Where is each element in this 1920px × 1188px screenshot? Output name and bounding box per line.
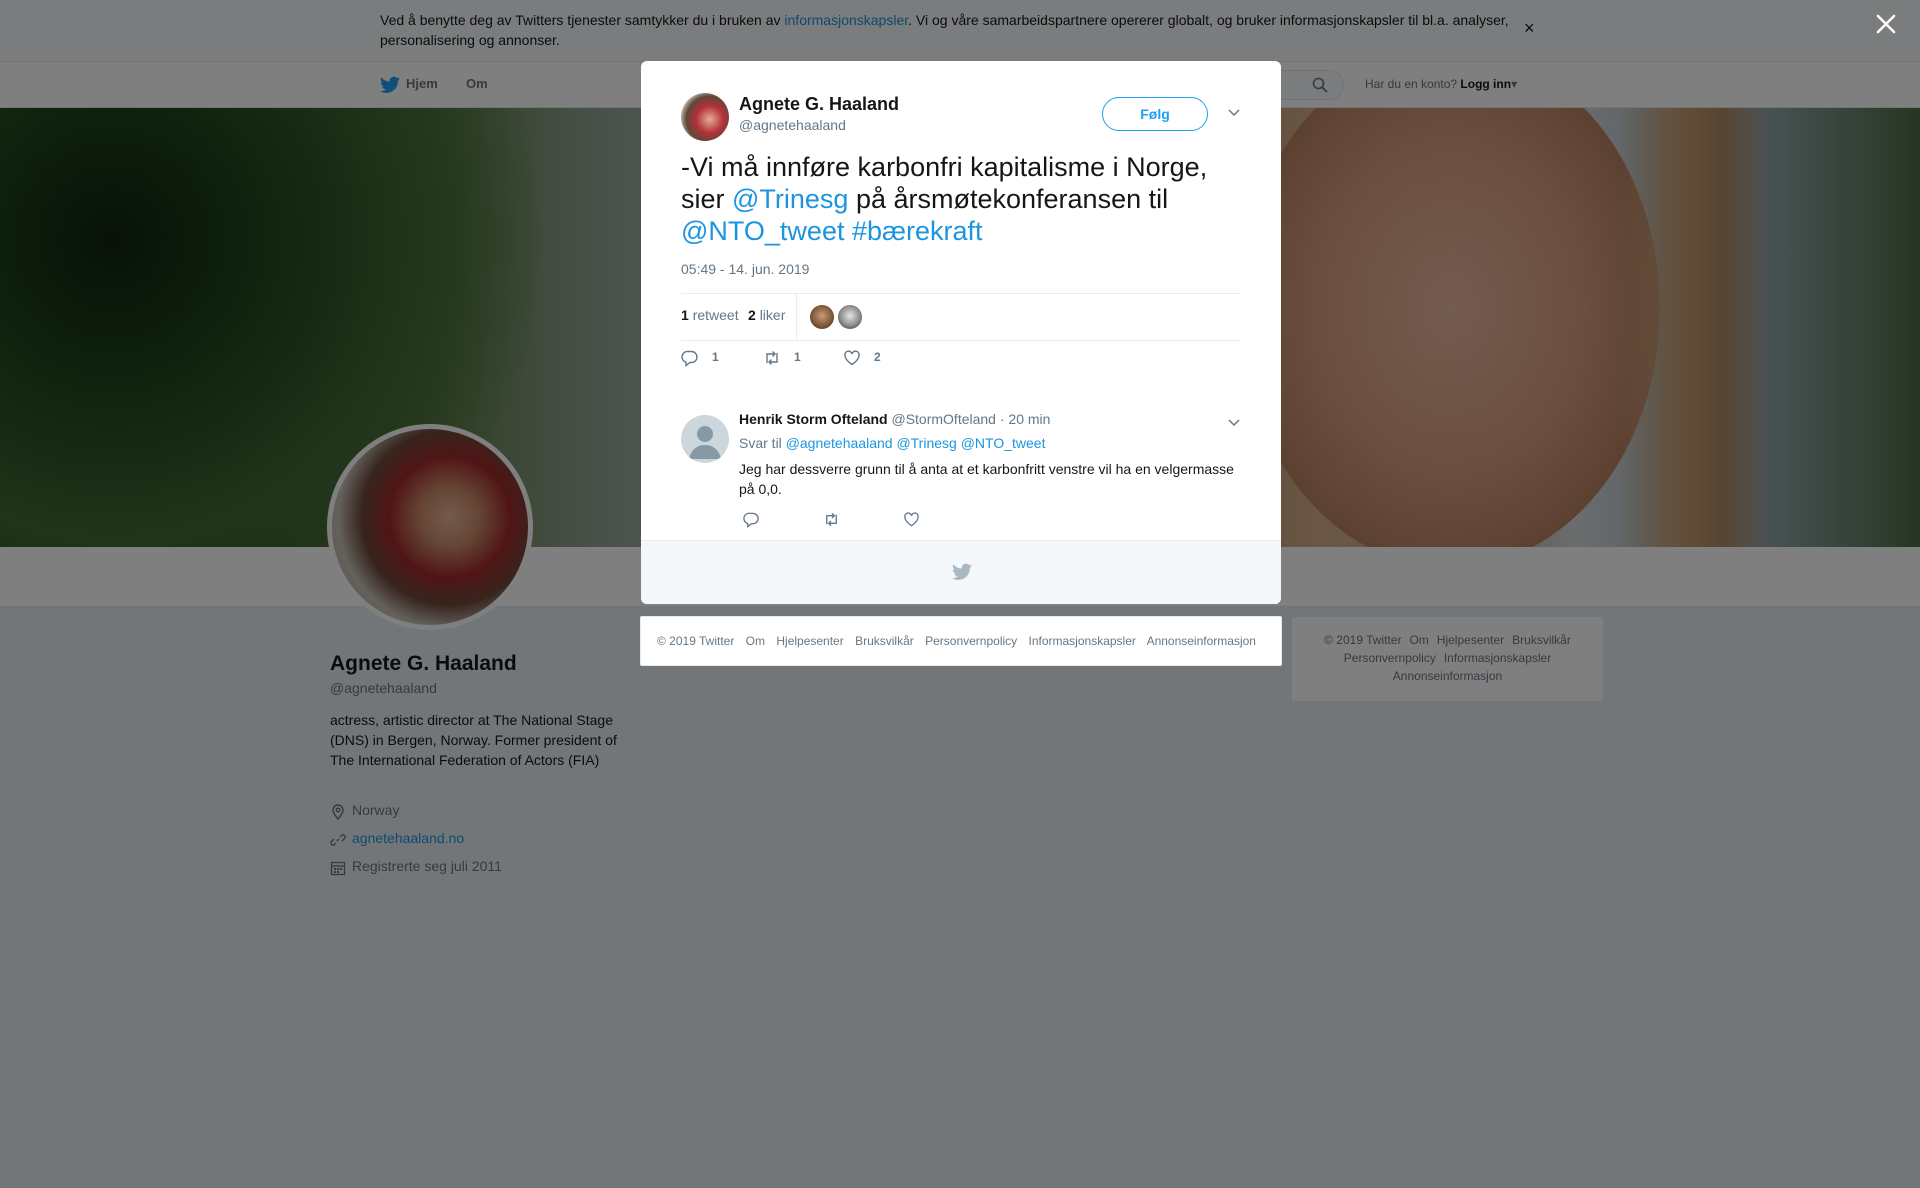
reply-author-name[interactable]: Henrik Storm Ofteland — [739, 411, 888, 427]
retweet-stat-count: 1 — [681, 307, 689, 323]
tweet-author-handle[interactable]: @agnetehaaland — [739, 117, 846, 133]
footer-link-ads[interactable]: Annonseinformasjon — [1147, 634, 1256, 648]
reply-count: 1 — [712, 350, 719, 364]
reply-icon[interactable] — [743, 511, 760, 528]
retweet-stat[interactable]: 1 retweet — [681, 307, 739, 323]
retweet-icon[interactable] — [823, 511, 840, 528]
stats-divider — [796, 294, 797, 340]
reply-to-mention[interactable]: @NTO_tweet — [961, 435, 1046, 451]
liker-avatar[interactable] — [810, 305, 834, 329]
tweet-author-name[interactable]: Agnete G. Haaland — [739, 94, 899, 115]
like-stat-label: liker — [759, 307, 786, 323]
tweet-mention-trinesg[interactable]: @Trinesg — [732, 184, 848, 214]
reply-to-mention[interactable]: @agnetehaaland — [786, 435, 893, 451]
follow-button[interactable]: Følg — [1102, 97, 1208, 131]
modal-footer-links: © 2019 Twitter Om Hjelpesenter Bruksvilk… — [640, 616, 1282, 666]
footer-link-privacy[interactable]: Personvernpolicy — [925, 634, 1017, 648]
retweet-count: 1 — [794, 350, 801, 364]
like-stat-count: 2 — [748, 307, 756, 323]
reply-author-handle[interactable]: @StormOfteland — [891, 411, 995, 427]
twitter-bird-icon — [952, 563, 972, 580]
footer-link-help[interactable]: Hjelpesenter — [776, 634, 843, 648]
modal-footer — [641, 540, 1281, 604]
tweet-timestamp[interactable]: 05:49 - 14. jun. 2019 — [681, 261, 809, 277]
chevron-down-icon[interactable] — [1227, 105, 1241, 119]
reply-actions — [739, 511, 939, 531]
footer-link-terms[interactable]: Bruksvilkår — [855, 634, 914, 648]
like-stat[interactable]: 2 liker — [748, 307, 785, 323]
footer-link-cookies[interactable]: Informasjonskapsler — [1029, 634, 1136, 648]
tweet-text-part: på årsmøtekonferansen til — [848, 184, 1169, 214]
like-icon — [844, 350, 860, 366]
chevron-down-icon[interactable] — [1227, 415, 1241, 429]
like-count: 2 — [874, 350, 881, 364]
footer-link-about[interactable]: Om — [746, 634, 765, 648]
reply-time[interactable]: · 20 min — [1000, 411, 1051, 427]
reply-to-mention[interactable]: @Trinesg — [896, 435, 956, 451]
reply-to-line: Svar til @agnetehaaland @Trinesg @NTO_tw… — [739, 435, 1045, 451]
reply-icon — [681, 350, 698, 367]
tweet-stats: 1 retweet 2 liker — [681, 293, 1241, 341]
tweet-text: -Vi må innføre karbonfri kapitalisme i N… — [681, 151, 1241, 247]
tweet-actions: 1 1 2 — [681, 349, 1241, 371]
tweet-modal: Agnete G. Haaland @agnetehaaland Følg -V… — [641, 61, 1281, 604]
close-icon[interactable] — [1874, 12, 1898, 36]
reply-text: Jeg har dessverre grunn til å anta at et… — [739, 461, 1234, 497]
footer-copyright: © 2019 Twitter — [657, 634, 735, 648]
like-icon[interactable] — [903, 511, 920, 528]
reply-to-label: Svar til — [739, 435, 782, 451]
reply-header: Henrik Storm Ofteland @StormOfteland · 2… — [739, 411, 1050, 427]
liker-avatar[interactable] — [838, 305, 862, 329]
tweet-hashtag[interactable]: #bærekraft — [852, 216, 983, 246]
tweet-mention-nto[interactable]: @NTO_tweet — [681, 216, 844, 246]
reply-author-avatar[interactable] — [681, 415, 729, 463]
tweet-text-part — [844, 216, 852, 246]
tweet-author-avatar[interactable] — [681, 93, 729, 141]
default-avatar-icon — [689, 426, 721, 459]
retweet-stat-label: retweet — [692, 307, 739, 323]
retweet-icon — [766, 351, 778, 365]
